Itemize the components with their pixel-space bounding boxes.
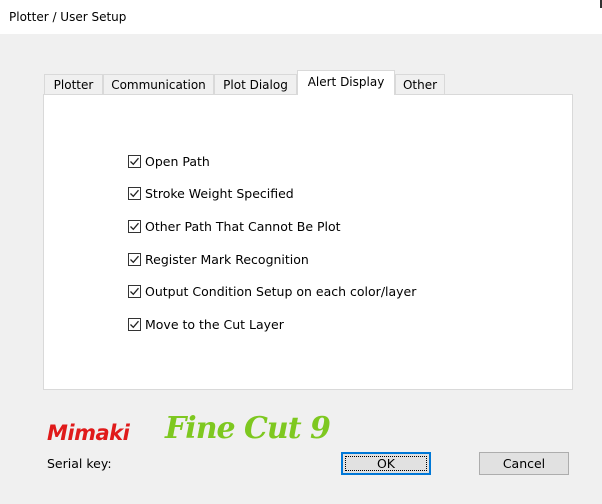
tab-plotter[interactable]: Plotter <box>44 74 103 94</box>
finecut-logo: Fine Cut 9 <box>165 411 331 446</box>
checkbox-open-path[interactable] <box>128 154 141 168</box>
alert-option-register-mark[interactable]: Register Mark Recognition <box>128 248 416 270</box>
cancel-button[interactable]: Cancel <box>479 452 569 475</box>
window-title: Plotter / User Setup <box>9 10 127 24</box>
alert-option-label: Move to the Cut Layer <box>145 316 284 332</box>
checkbox-stroke-weight[interactable] <box>128 187 141 201</box>
checkbox-move-to-cut-layer[interactable] <box>128 317 141 331</box>
tab-alert-display[interactable]: Alert Display <box>297 70 395 95</box>
tab-plot-dialog[interactable]: Plot Dialog <box>214 74 297 94</box>
checkbox-register-mark[interactable] <box>128 252 141 266</box>
ok-button[interactable]: OK <box>341 452 431 475</box>
alert-option-label: Stroke Weight Specified <box>145 186 294 202</box>
tab-other[interactable]: Other <box>395 74 445 94</box>
dialog-body: Plotter Communication Plot Dialog Alert … <box>0 34 602 504</box>
serial-key-label: Serial key: <box>47 456 112 471</box>
title-bar: Plotter / User Setup <box>0 0 602 34</box>
alert-option-label: Other Path That Cannot Be Plot <box>145 218 341 234</box>
alert-option-other-path[interactable]: Other Path That Cannot Be Plot <box>128 215 416 237</box>
alert-option-output-condition[interactable]: Output Condition Setup on each color/lay… <box>128 281 416 303</box>
alert-option-label: Open Path <box>145 153 210 169</box>
checkbox-other-path[interactable] <box>128 219 141 233</box>
cancel-button-label: Cancel <box>502 456 546 471</box>
alert-option-open-path[interactable]: Open Path <box>128 150 416 172</box>
alert-option-move-to-cut-layer[interactable]: Move to the Cut Layer <box>128 313 416 335</box>
checkbox-output-condition[interactable] <box>128 285 141 299</box>
alert-checkbox-list: Open Path Stroke Weight Specified Other … <box>128 150 416 346</box>
alert-option-stroke-weight[interactable]: Stroke Weight Specified <box>128 183 416 205</box>
focus-rectangle <box>345 456 427 471</box>
alert-display-panel: Open Path Stroke Weight Specified Other … <box>43 94 573 390</box>
alert-option-label: Output Condition Setup on each color/lay… <box>145 284 417 300</box>
tab-communication[interactable]: Communication <box>103 74 214 94</box>
mimaki-logo: Mimaki <box>47 421 130 445</box>
alert-option-label: Register Mark Recognition <box>145 251 309 267</box>
